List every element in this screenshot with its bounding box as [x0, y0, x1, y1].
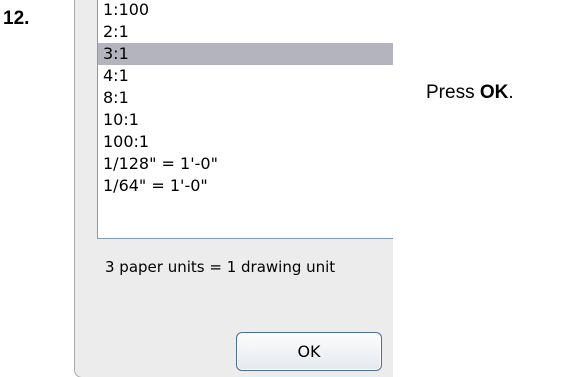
instruction-suffix: . — [508, 82, 514, 103]
scale-listbox[interactable]: 1:100 2:1 3:1 4:1 8:1 10:1 100:1 1/128" … — [97, 0, 393, 239]
scale-list-item-10-1[interactable]: 10:1 — [98, 109, 393, 131]
scale-list-item-4-1[interactable]: 4:1 — [98, 65, 393, 87]
instruction-prefix: Press — [426, 82, 480, 103]
scale-list-item-2-1[interactable]: 2:1 — [98, 21, 393, 43]
scale-list-item-1-64-inch[interactable]: 1/64" = 1'-0" — [98, 175, 393, 197]
scale-dialog: 1:100 2:1 3:1 4:1 8:1 10:1 100:1 1/128" … — [74, 0, 393, 377]
scale-list-item-1-128-inch[interactable]: 1/128" = 1'-0" — [98, 153, 393, 175]
scale-summary-text: 3 paper units = 1 drawing unit — [105, 258, 336, 276]
scale-list-item-1-100[interactable]: 1:100 — [98, 0, 393, 21]
step-number: 12. — [3, 8, 30, 29]
scale-list-item-8-1[interactable]: 8:1 — [98, 87, 393, 109]
instruction-text: Press OK. — [426, 82, 514, 104]
scale-list-item-3-1-selected[interactable]: 3:1 — [98, 43, 393, 65]
scale-list-item-empty[interactable] — [98, 197, 393, 219]
ok-button-label: OK — [297, 342, 321, 361]
scale-list-item-100-1[interactable]: 100:1 — [98, 131, 393, 153]
ok-button[interactable]: OK — [236, 332, 382, 371]
instruction-action: OK — [479, 82, 509, 103]
